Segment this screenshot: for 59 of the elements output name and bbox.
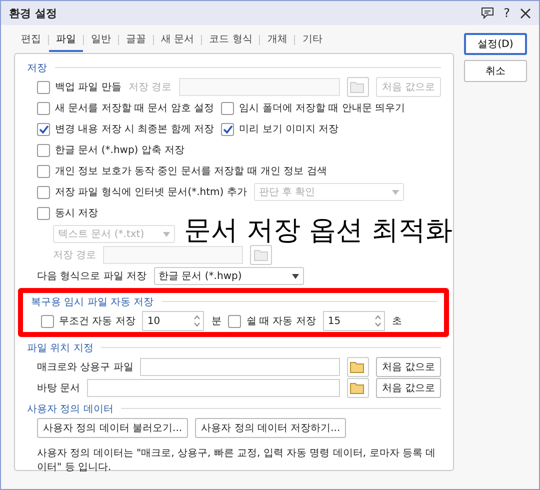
spin-field[interactable]: 10 [142, 311, 204, 331]
path-field[interactable] [87, 379, 340, 397]
spin-field[interactable]: 15 [322, 311, 385, 331]
field-label: 분 [211, 315, 222, 328]
checkbox[interactable]: 새 문서를 저장할 때 문서 암호 설정 [37, 101, 214, 115]
section-title: 복구용 임시 파일 자동 저장 [31, 296, 154, 308]
dialog-button[interactable]: 취소 [464, 60, 527, 82]
path-field[interactable] [140, 358, 340, 376]
field-label: 저장 경로 [53, 249, 96, 262]
field-label: 저장 경로 [128, 81, 172, 94]
check-icon [38, 124, 48, 134]
check-icon [222, 124, 233, 134]
field-label: 초 [392, 315, 402, 328]
folder-icon [350, 81, 366, 93]
folder-button[interactable] [346, 357, 369, 377]
field-label: 매크로와 상용구 파일 [37, 361, 134, 374]
checkbox[interactable]: 백업 파일 만들 [37, 80, 122, 94]
data-button[interactable]: 사용자 정의 데이터 불러오기... [37, 418, 188, 438]
checkbox[interactable]: 임시 폴더에 저장할 때 안내문 띄우기 [221, 101, 405, 115]
tab[interactable]: 기타 [295, 28, 330, 52]
data-button[interactable]: 사용자 정의 데이터 저장하기... [195, 418, 346, 438]
checkbox[interactable]: 쉴 때 자동 저장 [228, 314, 316, 328]
description-text: 사용자 정의 데이터는 "매크로, 상용구, 빠른 교정, 입력 자동 명령 데이터, 로마자 등록 데이터" 등 입니다. [37, 447, 437, 475]
checkbox[interactable]: 변경 내용 저장 시 최종본 함께 저장 [37, 122, 214, 136]
caret-icon [292, 274, 299, 278]
checkbox[interactable]: 저장 파일 형식에 인터넷 문서(*.htm) 추가 [37, 185, 247, 199]
section-title: 저장 [27, 62, 47, 74]
spin-arrows-icon[interactable] [194, 314, 200, 328]
spin-arrows-icon[interactable] [374, 314, 381, 328]
caret-icon [392, 190, 399, 194]
tab[interactable]: 새 문서 [154, 28, 202, 52]
dropdown[interactable]: 한글 문서 (*.hwp) [154, 267, 304, 285]
caret-icon [163, 232, 170, 236]
reset-button[interactable]: 처음 값으로 [376, 357, 441, 377]
checkbox[interactable]: 무조건 자동 저장 [41, 314, 136, 328]
window-title: 환경 설정 [9, 6, 58, 20]
section-title: 사용자 정의 데이터 [27, 402, 114, 416]
reset-button[interactable]: 처음 값으로 [376, 378, 441, 398]
folder-icon [350, 382, 366, 394]
checkbox[interactable]: 개인 정보 보호가 동작 중인 문서를 저장할 때 개인 정보 검색 [37, 164, 327, 178]
tab[interactable]: 개체 [260, 28, 294, 52]
field-label: 다음 형식으로 파일 저장 [37, 270, 147, 283]
tab[interactable]: 글꼴 [119, 28, 153, 52]
comment-icon[interactable] [480, 7, 494, 19]
dialog-button[interactable]: 설정(D) [464, 33, 527, 55]
help-button[interactable]: ? [504, 6, 510, 20]
tab[interactable]: 일반 [84, 28, 118, 52]
overlay-caption: 문서 저장 옵션 최적화 [184, 217, 453, 244]
folder-icon [254, 249, 269, 261]
tab[interactable]: 편집 [14, 28, 48, 52]
folder-icon [350, 361, 366, 373]
close-icon[interactable] [520, 8, 531, 18]
section-title: 파일 위치 지정 [27, 342, 94, 354]
field-label: 바탕 문서 [37, 382, 80, 395]
checkbox[interactable]: 동시 저장 [37, 206, 98, 220]
checkbox[interactable]: 미리 보기 이미지 저장 [221, 122, 339, 136]
checkbox[interactable]: 한글 문서 (*.hwp) 압축 저장 [37, 143, 185, 157]
tab[interactable]: 코드 형식 [202, 28, 260, 52]
folder-button[interactable] [346, 378, 369, 398]
